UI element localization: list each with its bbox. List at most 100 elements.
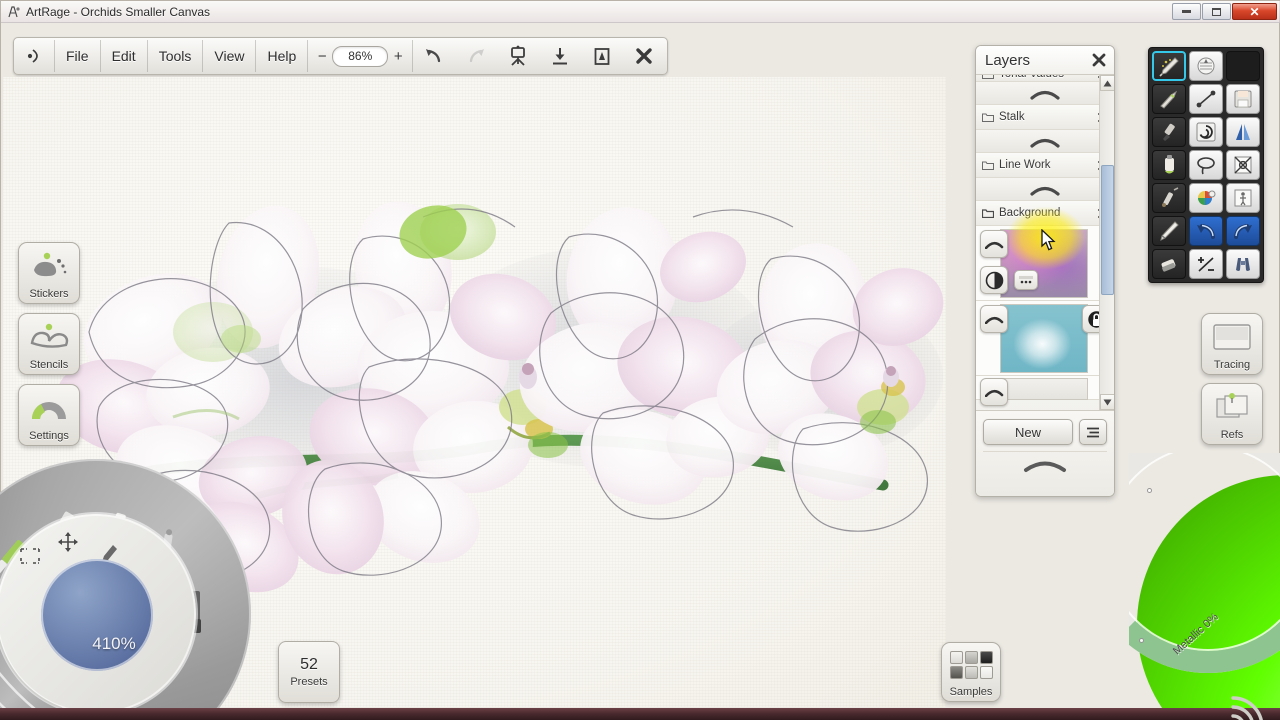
ink-pen-icon: [1163, 123, 1175, 141]
eraser-tool[interactable]: [1152, 249, 1186, 279]
layer-thumbnail-row-partial[interactable]: [976, 376, 1114, 406]
redo-arrow-icon: [1234, 224, 1252, 239]
view-button[interactable]: [1226, 249, 1260, 279]
close-x-icon: [1092, 53, 1106, 67]
mirror-button[interactable]: [1226, 117, 1260, 147]
panel-grabber[interactable]: [983, 451, 1107, 477]
artrage-logo[interactable]: [16, 40, 55, 72]
minimize-button[interactable]: [1172, 3, 1201, 20]
redo-button[interactable]: [1226, 216, 1260, 246]
easel-button[interactable]: [497, 40, 539, 72]
layer-blend-row[interactable]: [976, 178, 1114, 201]
layers-title: Layers: [985, 51, 1031, 69]
blend-arc-badge[interactable]: [980, 305, 1008, 333]
new-layer-button[interactable]: New: [983, 419, 1073, 445]
blend-arc-badge[interactable]: [980, 230, 1008, 258]
layers-panel: Layers Tonal Values: [975, 45, 1115, 497]
layer-row[interactable]: Tonal Values: [976, 75, 1114, 82]
sample-swatch[interactable]: [979, 666, 993, 679]
zoom-in-button[interactable]: +: [392, 48, 404, 65]
airbrush-tool[interactable]: [1152, 183, 1186, 213]
scroll-down-button[interactable]: [1100, 394, 1114, 410]
menu-file[interactable]: File: [55, 40, 101, 72]
hamburger-menu-icon: [1087, 427, 1099, 437]
teal-white-thumbnail: [1000, 304, 1088, 373]
grabber-arc-icon: [1024, 461, 1066, 472]
color-picker-wheel[interactable]: [1129, 453, 1280, 709]
redo-button: [455, 40, 497, 72]
paint-tube-tool[interactable]: [1152, 150, 1186, 180]
sample-swatch[interactable]: [964, 666, 978, 679]
layer-blend-row[interactable]: [976, 130, 1114, 153]
scroll-up-button[interactable]: [1100, 75, 1114, 91]
paint-brush-tool[interactable]: [1152, 51, 1186, 81]
tool-size-dial[interactable]: [41, 559, 153, 671]
refs-pod[interactable]: Refs: [1201, 383, 1263, 445]
presets-pod[interactable]: 52 Presets: [278, 641, 340, 703]
chevron-down-icon: [1103, 399, 1112, 405]
ink-pen-tool[interactable]: [1152, 117, 1186, 147]
layers-header: Layers: [976, 46, 1114, 75]
sample-swatch[interactable]: [979, 651, 993, 664]
metallic-ring[interactable]: [1129, 453, 1280, 673]
import-button[interactable]: [539, 40, 581, 72]
layers-close-button[interactable]: [1090, 51, 1108, 69]
close-icon: ✕: [1249, 4, 1260, 19]
tool-grid-column-1: [1152, 51, 1186, 279]
menu-edit[interactable]: Edit: [101, 40, 148, 72]
empty-slot: [1226, 51, 1260, 81]
no-grid-button[interactable]: [1226, 150, 1260, 180]
samples-label: Samples: [949, 686, 993, 698]
layer-blend-row[interactable]: [976, 82, 1114, 105]
more-dots-badge[interactable]: [1014, 270, 1038, 290]
layers-scrollbar[interactable]: [1099, 75, 1114, 410]
lasso-icon: [1197, 157, 1215, 175]
color-picker-button[interactable]: [1189, 183, 1223, 213]
zoom-value[interactable]: 86%: [332, 45, 389, 67]
samples-pod[interactable]: Samples: [941, 642, 1001, 702]
layer-row[interactable]: Stalk: [976, 105, 1114, 130]
restore-button[interactable]: [1202, 3, 1231, 20]
menu-help[interactable]: Help: [256, 40, 309, 72]
layers-list[interactable]: Tonal Values Stalk: [976, 75, 1114, 410]
canvas-settings-button[interactable]: [1189, 51, 1223, 81]
lasso-select-button[interactable]: [1189, 150, 1223, 180]
save-button[interactable]: [1226, 84, 1260, 114]
layer-thumbnail-row[interactable]: [976, 301, 1114, 376]
layer-thumbnail-row[interactable]: [976, 226, 1114, 301]
layer-row-background[interactable]: Background: [976, 201, 1114, 226]
opacity-half-circle-badge[interactable]: [980, 266, 1008, 294]
zoom-out-button[interactable]: −: [316, 48, 328, 65]
ripple-icon: [1231, 696, 1263, 720]
stencils-pod[interactable]: Stencils: [18, 313, 80, 375]
tracing-pod[interactable]: Tracing: [1201, 313, 1263, 375]
stickers-pod[interactable]: Stickers: [18, 242, 80, 304]
undo-button[interactable]: [413, 40, 455, 72]
menu-view[interactable]: View: [203, 40, 257, 72]
palette-knife-icon: [1160, 90, 1178, 109]
pencil-tool[interactable]: [1152, 216, 1186, 246]
symmetry-button[interactable]: [1189, 117, 1223, 147]
transform-button[interactable]: [1189, 249, 1223, 279]
plus-minus-icon: [1198, 257, 1214, 272]
sample-swatch[interactable]: [949, 651, 963, 664]
settings-pod[interactable]: Settings: [18, 384, 80, 446]
menu-tools[interactable]: Tools: [148, 40, 204, 72]
blend-arc-badge[interactable]: [980, 378, 1008, 406]
color-picker-knob[interactable]: [1227, 685, 1263, 720]
straight-line-button[interactable]: [1189, 84, 1223, 114]
reference-button[interactable]: [1226, 183, 1260, 213]
close-canvas-button[interactable]: [623, 40, 665, 72]
opacity-half-circle-icon: [985, 271, 1003, 289]
stencil-icon: [19, 314, 79, 360]
canvas-button[interactable]: [581, 40, 623, 72]
scrollbar-thumb[interactable]: [1101, 165, 1114, 295]
artrage-window: ArtRage - Orchids Smaller Canvas ✕ File …: [0, 0, 1280, 720]
sample-swatch[interactable]: [949, 666, 963, 679]
close-button[interactable]: ✕: [1232, 3, 1277, 20]
layer-menu-button[interactable]: [1079, 419, 1107, 445]
layer-row[interactable]: Line Work: [976, 153, 1114, 178]
palette-knife-tool[interactable]: [1152, 84, 1186, 114]
sample-swatch[interactable]: [964, 651, 978, 664]
undo-button[interactable]: [1189, 216, 1223, 246]
